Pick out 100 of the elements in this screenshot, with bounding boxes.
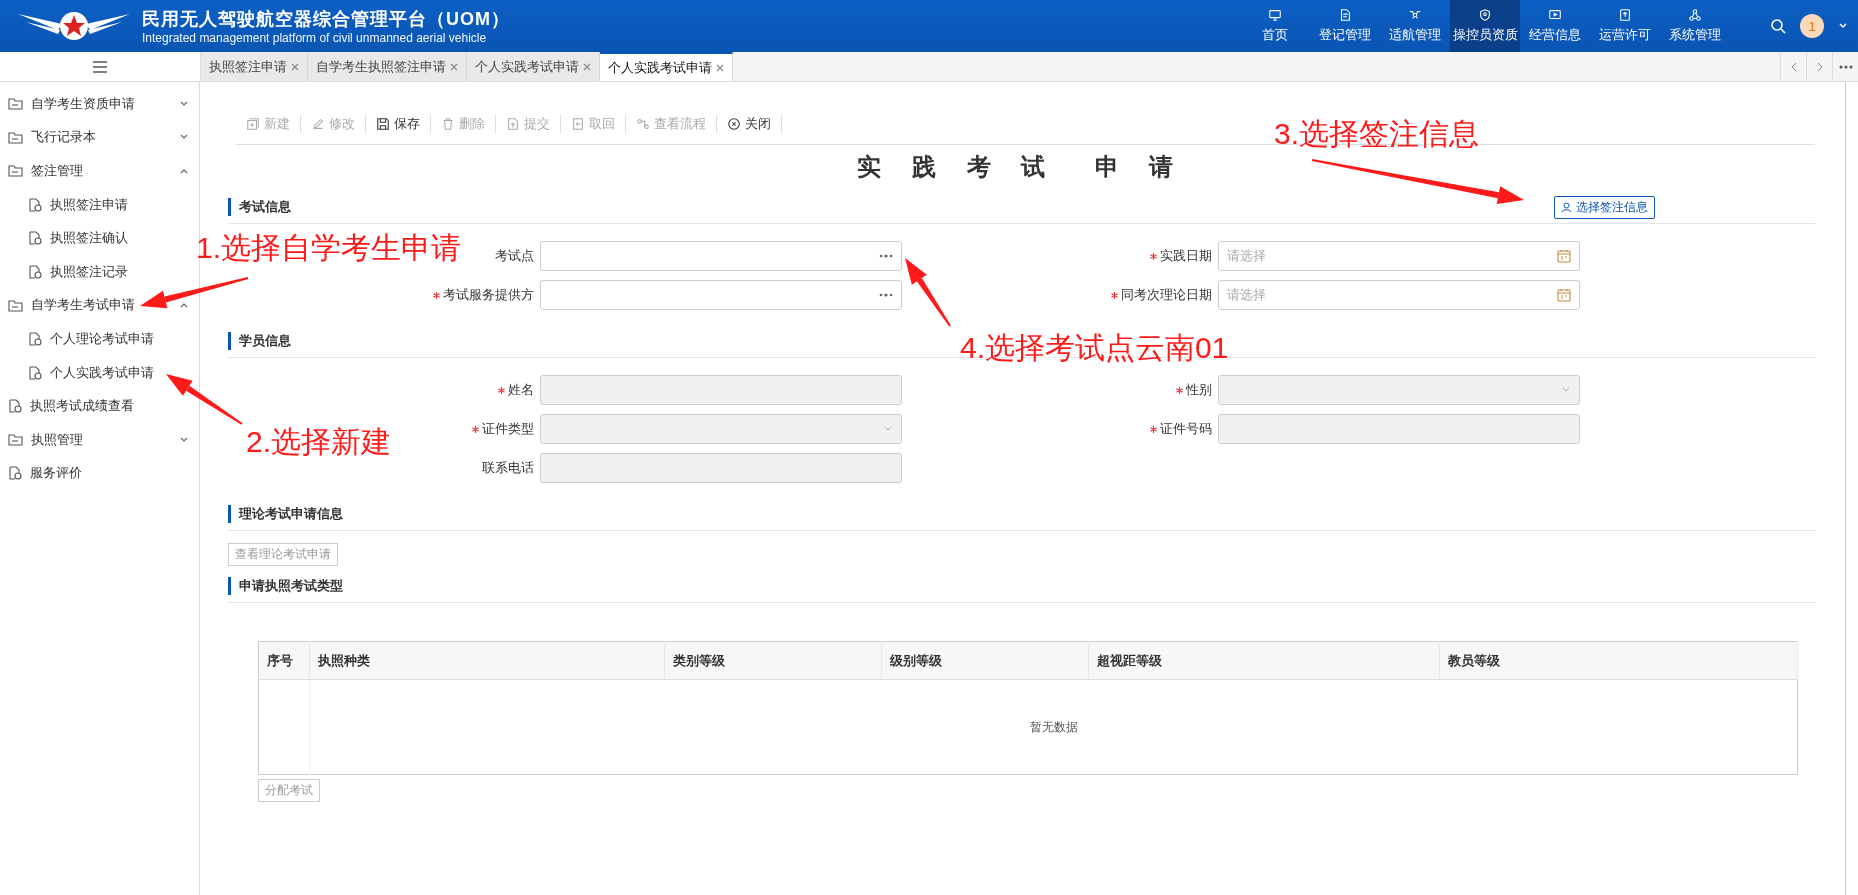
picker-field[interactable] xyxy=(540,241,902,271)
close-icon xyxy=(727,117,741,131)
chevron-down-icon xyxy=(1561,386,1571,394)
person-icon xyxy=(1561,201,1572,213)
sidebar-item[interactable]: 飞行记录本 xyxy=(0,120,199,155)
sidebar-item[interactable]: 执照管理 xyxy=(0,422,199,457)
sidebar-item[interactable]: 执照签注确认 xyxy=(0,221,199,255)
column-header: 序号 xyxy=(258,641,310,680)
page-tab[interactable]: 个人实践考试申请 xyxy=(467,52,600,81)
folder-icon xyxy=(8,433,23,447)
picker-field[interactable] xyxy=(540,280,902,310)
sidebar-item[interactable]: 服务评价 xyxy=(0,456,199,491)
monitor-icon xyxy=(1268,8,1282,22)
sidebar-item[interactable]: 个人实践考试申请 xyxy=(0,355,199,390)
menu-icon[interactable] xyxy=(93,60,107,73)
input-field[interactable] xyxy=(1218,414,1580,444)
screen-icon xyxy=(1548,8,1562,22)
annotation-text: 2.选择新建 xyxy=(246,424,392,460)
annotation-text: 3.选择签注信息 xyxy=(1274,116,1480,152)
document-icon xyxy=(28,197,42,212)
chevron-down-icon xyxy=(883,425,893,433)
folder-icon xyxy=(8,130,23,144)
sidebar-item[interactable]: 执照签注申请 xyxy=(0,187,199,222)
document-icon xyxy=(28,331,42,346)
nav-item[interactable]: 系统管理 xyxy=(1660,0,1730,52)
shield-icon xyxy=(1478,8,1492,22)
field-label: 姓名 xyxy=(508,381,534,399)
platform-title: 民用无人驾驶航空器综合管理平台（UOM） xyxy=(142,8,510,31)
sidebar-item[interactable]: 自学考生考试申请 xyxy=(0,288,199,323)
sidebar-item[interactable]: 自学考生资质申请 xyxy=(0,87,199,121)
document-icon xyxy=(28,231,42,246)
document-icon xyxy=(28,365,42,380)
document-icon xyxy=(8,399,22,414)
document-icon xyxy=(8,466,22,481)
page-tab[interactable]: 个人实践考试申请 xyxy=(600,52,733,81)
calendar-icon[interactable] xyxy=(1557,288,1571,302)
sidebar-item[interactable]: 执照考试成绩查看 xyxy=(0,389,199,423)
close-icon[interactable] xyxy=(291,62,299,71)
select-endorsement-button[interactable]: 选择签注信息 xyxy=(1554,195,1655,219)
nav-item[interactable]: 运营许可 xyxy=(1590,0,1660,52)
chevron-right-icon[interactable] xyxy=(1815,61,1824,72)
field-label: 性别 xyxy=(1186,381,1212,399)
form-title: 实 践 考 试 申 请 xyxy=(857,152,1186,182)
empty-message: 暂无数据 xyxy=(1029,719,1078,734)
section-title: 学员信息 xyxy=(228,332,291,350)
column-header: 执照种类 xyxy=(309,641,665,680)
chevron-left-icon[interactable] xyxy=(1789,61,1798,72)
nav-item[interactable]: 经营信息 xyxy=(1520,0,1590,52)
field-label: 同考次理论日期 xyxy=(1121,286,1212,304)
edit-icon xyxy=(311,117,325,131)
annotation-arrow xyxy=(905,258,951,327)
nav-item[interactable]: 操控员资质 xyxy=(1450,0,1520,52)
close-icon[interactable] xyxy=(716,63,724,72)
more-icon[interactable] xyxy=(1838,64,1853,69)
sidebar-item[interactable]: 执照签注记录 xyxy=(0,254,199,289)
input-field[interactable] xyxy=(540,375,902,405)
doc-icon xyxy=(1338,8,1352,22)
folder-icon xyxy=(8,164,23,178)
column-header: 级别等级 xyxy=(881,641,1089,680)
column-header: 超视距等级 xyxy=(1088,641,1440,680)
section-title: 考试信息 xyxy=(228,198,291,216)
input-field[interactable] xyxy=(540,453,902,483)
close-icon[interactable] xyxy=(583,62,591,71)
more-icon[interactable] xyxy=(879,254,893,258)
toolbar-button[interactable]: 关闭 xyxy=(717,115,782,133)
network-icon xyxy=(1688,8,1702,22)
field-label: 证件号码 xyxy=(1160,420,1212,438)
folder-icon xyxy=(8,298,23,312)
nav-item[interactable]: 适航管理 xyxy=(1380,0,1450,52)
field-label: 考试服务提供方 xyxy=(443,286,534,304)
calendar-icon[interactable] xyxy=(1557,249,1571,263)
section-title: 申请执照考试类型 xyxy=(228,577,343,595)
page-tab[interactable]: 自学考生执照签注申请 xyxy=(308,52,467,81)
field-label: 实践日期 xyxy=(1160,247,1212,265)
field-label: 考试点 xyxy=(495,247,534,265)
nav-item[interactable]: 首页 xyxy=(1240,0,1310,52)
trash-icon xyxy=(441,117,455,131)
column-header: 教员等级 xyxy=(1439,641,1798,680)
select-field[interactable] xyxy=(1218,375,1580,405)
annotation-text: 4.选择考试点云南01 xyxy=(960,330,1229,366)
annotation-text: 1.选择自学考生申请 xyxy=(196,230,462,266)
page-tab[interactable]: 执照签注申请 xyxy=(201,52,308,81)
more-icon[interactable] xyxy=(879,293,893,297)
select-field[interactable] xyxy=(540,414,902,444)
sidebar-item[interactable]: 个人理论考试申请 xyxy=(0,322,199,356)
document-icon xyxy=(28,264,42,279)
close-icon[interactable] xyxy=(450,62,458,71)
sidebar-item[interactable]: 签注管理 xyxy=(0,154,199,188)
field-label: 联系电话 xyxy=(482,459,534,477)
platform-subtitle: Integrated management platform of civil unmanned aerial vehicle xyxy=(142,31,488,45)
nav-item[interactable]: 登记管理 xyxy=(1310,0,1380,52)
toolbar-button[interactable]: 保存 xyxy=(366,115,431,133)
search-icon[interactable] xyxy=(1770,18,1786,34)
upload-icon xyxy=(1618,8,1632,22)
drone-icon xyxy=(1408,8,1422,22)
section-title: 理论考试申请信息 xyxy=(228,505,343,523)
column-header: 类别等级 xyxy=(664,641,882,680)
field-label: 证件类型 xyxy=(482,420,534,438)
folder-icon xyxy=(8,97,23,111)
save-icon xyxy=(376,117,390,131)
